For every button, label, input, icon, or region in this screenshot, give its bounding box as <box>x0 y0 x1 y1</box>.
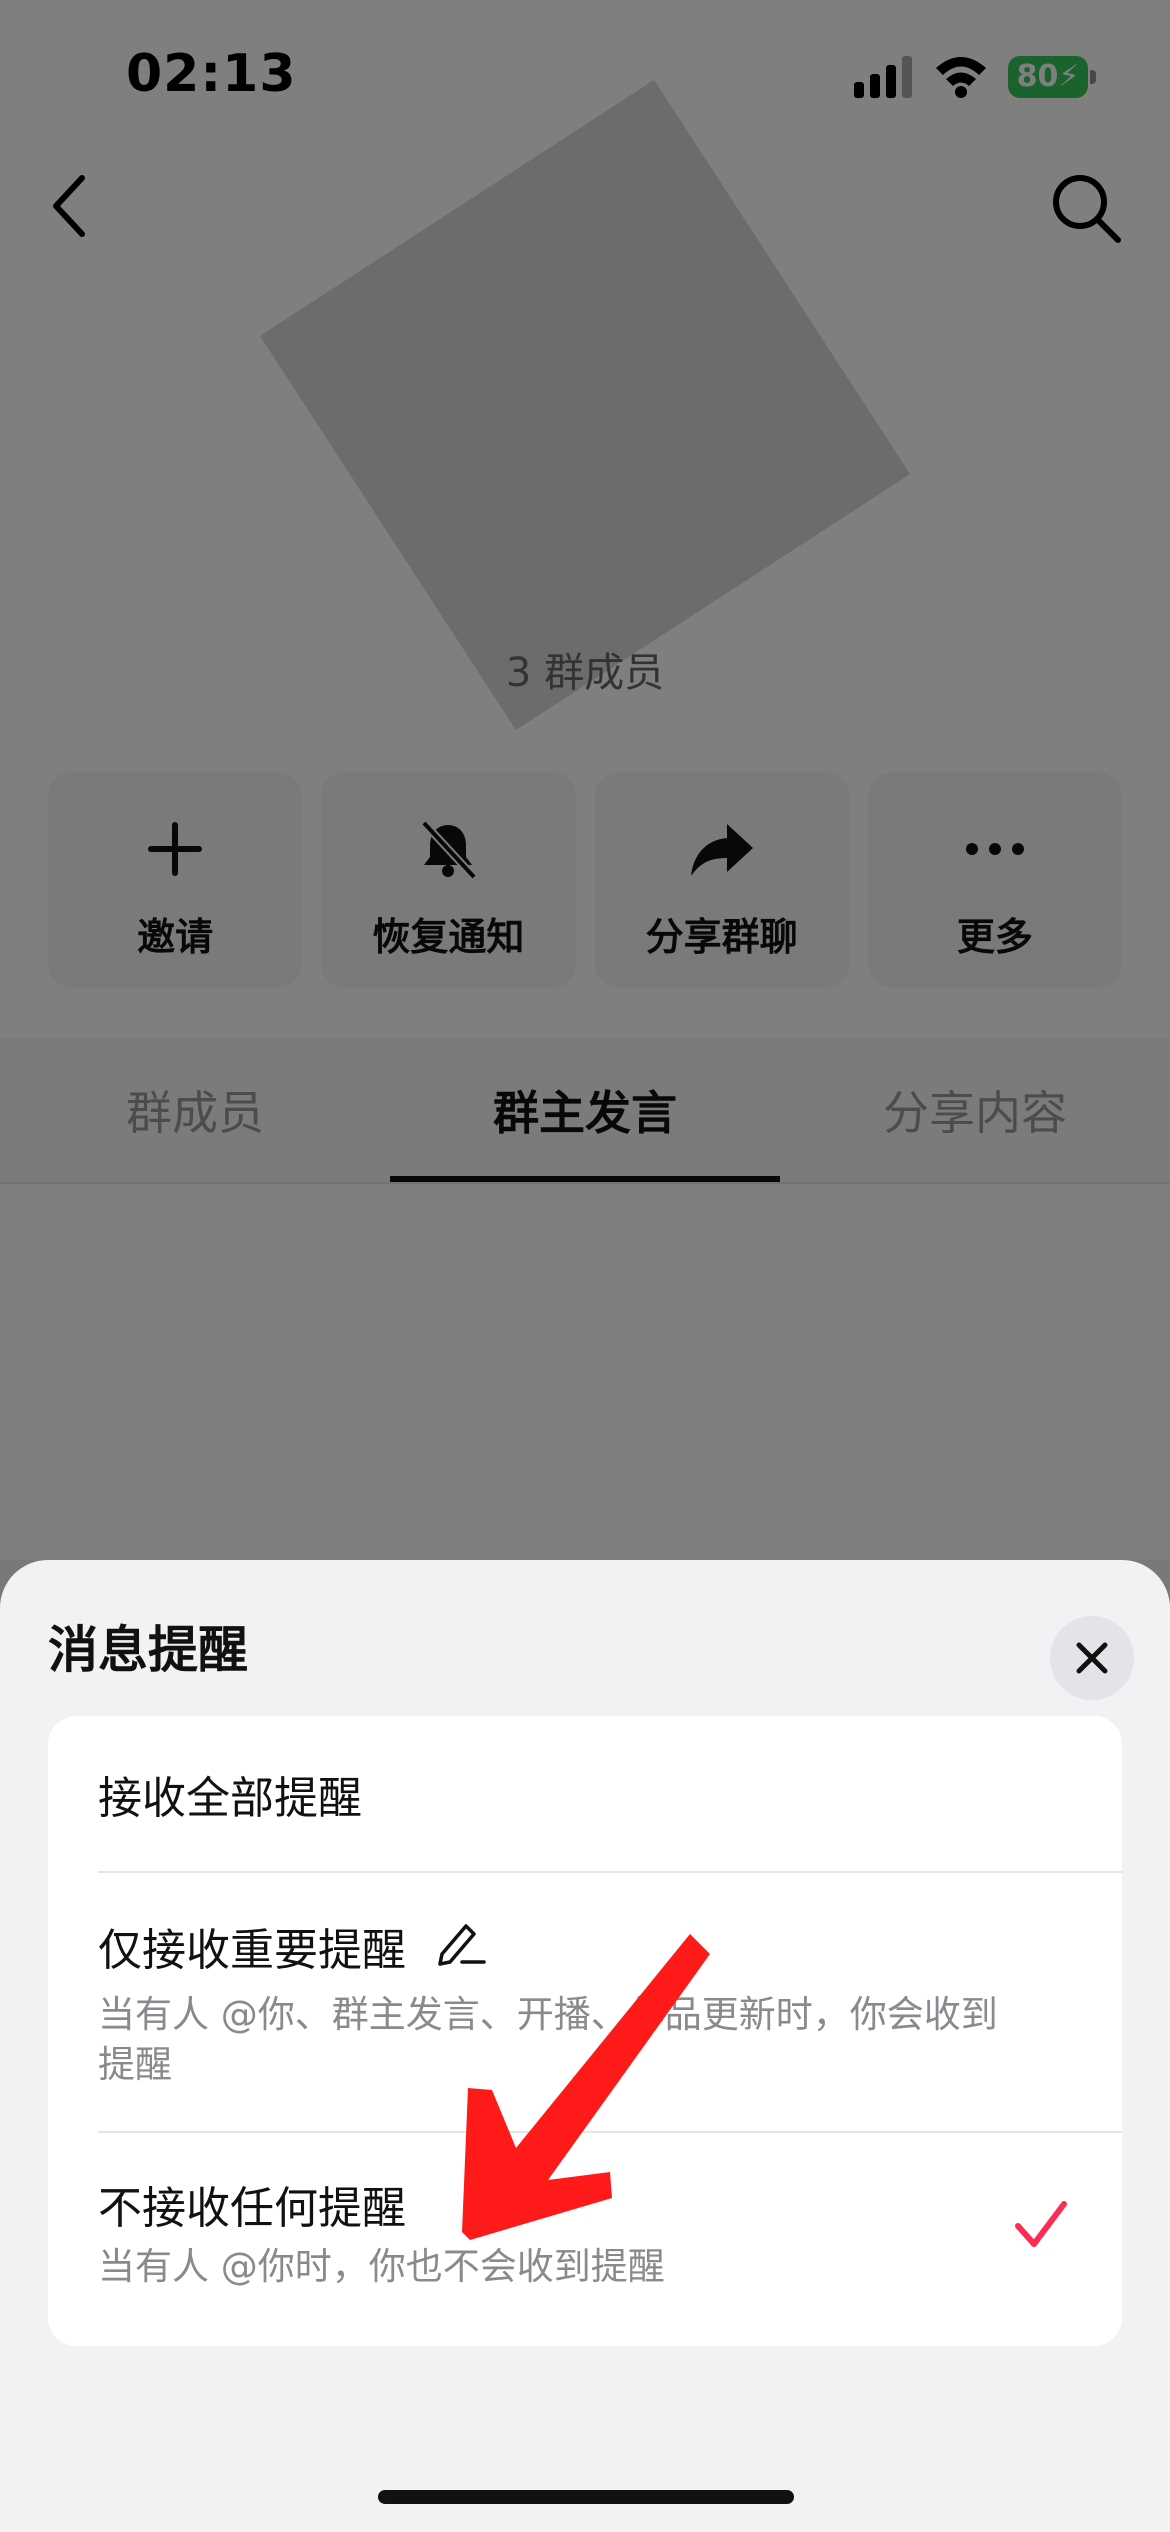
option-receive-all[interactable]: 接收全部提醒 <box>48 1716 1122 1872</box>
option-receive-all-title: 接收全部提醒 <box>98 1773 362 1824</box>
home-indicator[interactable] <box>378 2490 794 2504</box>
sheet-title: 消息提醒 <box>48 1621 248 1679</box>
option-important-only-title: 仅接收重要提醒 <box>98 1925 406 1976</box>
annotation-arrow-icon <box>462 1934 710 2240</box>
option-receive-none-title: 不接收任何提醒 <box>98 2183 406 2234</box>
close-icon <box>1076 1642 1108 1674</box>
checkmark-icon <box>1015 2201 1067 2247</box>
close-button[interactable] <box>1050 1616 1134 1700</box>
